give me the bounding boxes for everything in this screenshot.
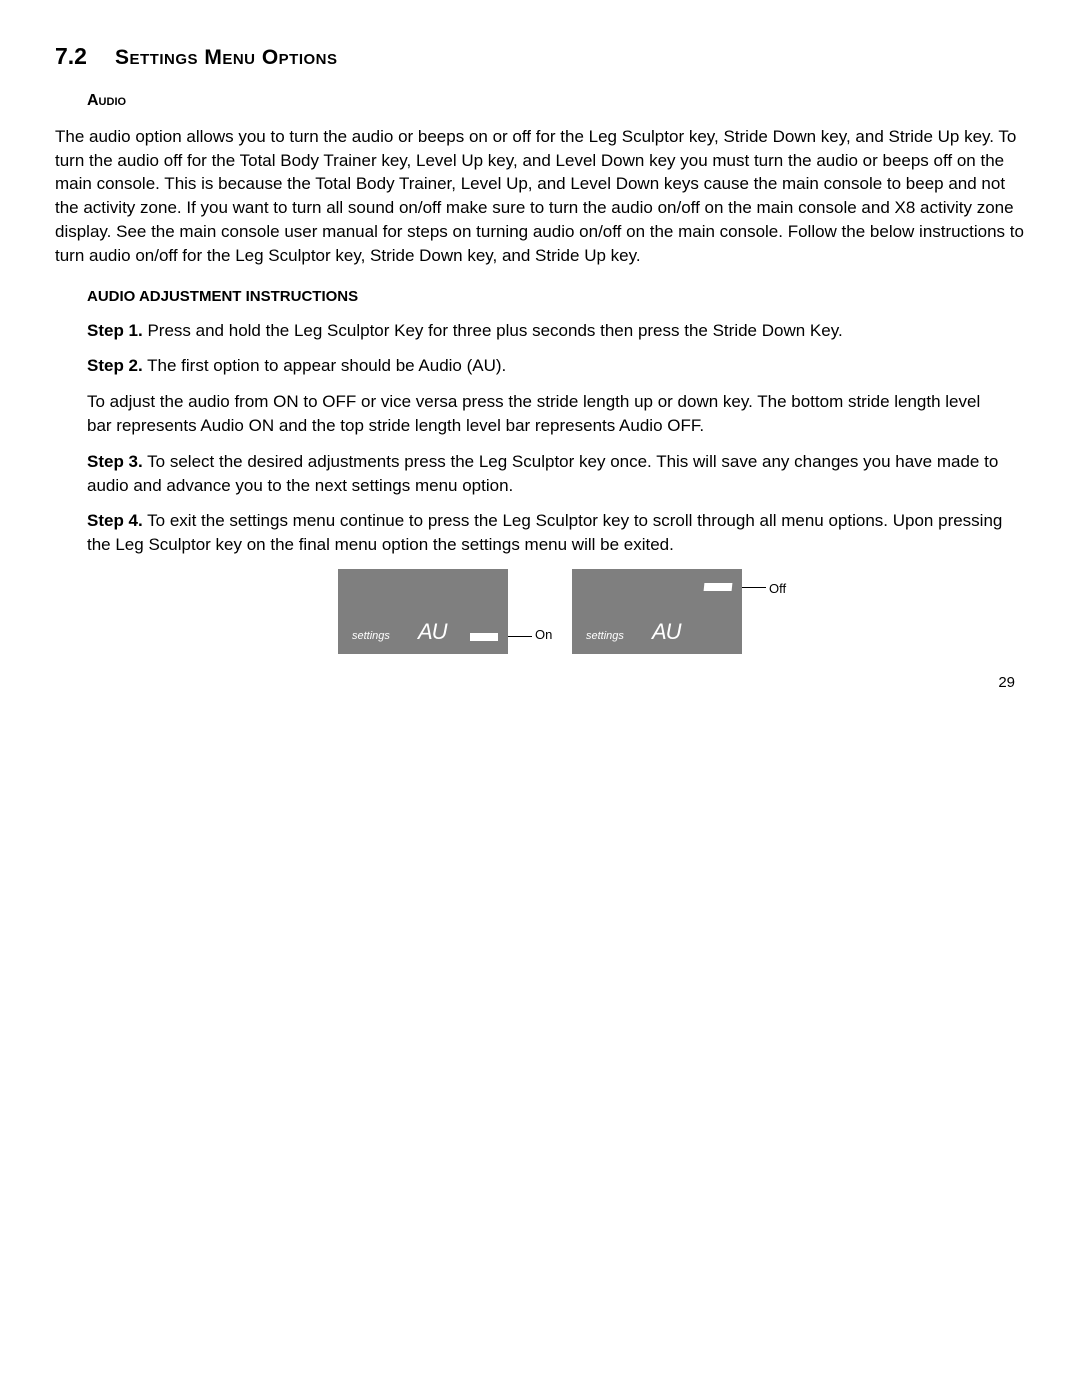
intro-paragraph: The audio option allows you to turn the … <box>55 125 1025 268</box>
callout-line-on <box>508 636 532 637</box>
figure-container: settings AU On settings AU Off <box>55 569 1025 654</box>
panel-off-wrapper: settings AU Off <box>572 569 742 654</box>
callout-line-off <box>742 587 766 588</box>
section-heading: 7.2 Settings Menu Options <box>55 40 1025 72</box>
step-4-text: To exit the settings menu continue to pr… <box>87 511 1002 554</box>
display-panel-on: settings AU <box>338 569 508 654</box>
indicator-bar-off <box>704 583 733 591</box>
section-number: 7.2 <box>55 40 87 72</box>
step-2: Step 2. The first option to appear shoul… <box>87 354 1007 378</box>
step-3-text: To select the desired adjustments press … <box>87 452 998 495</box>
callout-label-on: On <box>535 626 552 644</box>
panel-settings-label-on: settings <box>352 629 390 644</box>
step-3-label: Step 3. <box>87 452 143 471</box>
step-2-extra: To adjust the audio from ON to OFF or vi… <box>87 390 1007 438</box>
step-2-label: Step 2. <box>87 356 143 375</box>
step-2-text: The first option to appear should be Aud… <box>143 356 507 375</box>
indicator-bar-on <box>470 633 498 641</box>
subsection-title: Audio <box>87 90 1025 112</box>
panel-on-wrapper: settings AU On <box>338 569 508 654</box>
step-4-label: Step 4. <box>87 511 143 530</box>
instructions-heading: AUDIO ADJUSTMENT INSTRUCTIONS <box>87 286 1025 307</box>
step-1: Step 1. Press and hold the Leg Sculptor … <box>87 319 1007 343</box>
panel-settings-label-off: settings <box>586 629 624 644</box>
step-3: Step 3. To select the desired adjustment… <box>87 450 1007 498</box>
display-panel-off: settings AU <box>572 569 742 654</box>
figure-inner: settings AU On settings AU Off <box>338 569 742 654</box>
step-1-text: Press and hold the Leg Sculptor Key for … <box>143 321 843 340</box>
panel-au-label-on: AU <box>418 617 447 648</box>
section-title: Settings Menu Options <box>115 43 338 72</box>
page-number: 29 <box>55 672 1015 693</box>
step-1-label: Step 1. <box>87 321 143 340</box>
callout-label-off: Off <box>769 580 786 598</box>
step-4: Step 4. To exit the settings menu contin… <box>87 509 1007 557</box>
panel-au-label-off: AU <box>652 617 681 648</box>
